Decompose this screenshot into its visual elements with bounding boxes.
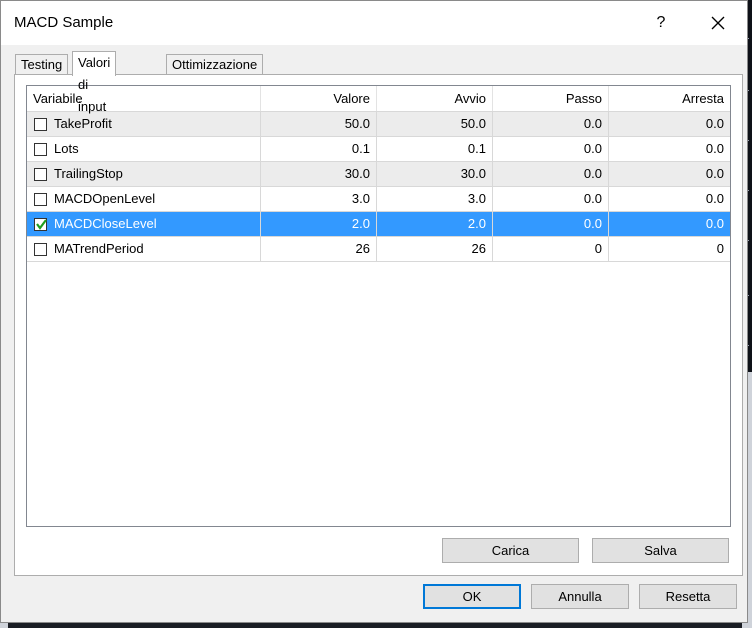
optimize-checkbox[interactable]	[34, 167, 47, 181]
table-header: Variabile Valore Avvio Passo Arresta	[27, 86, 730, 112]
arresta-cell[interactable]: 0.0	[609, 162, 730, 186]
passo-cell[interactable]: 0.0	[493, 162, 609, 186]
table-row[interactable]: TakeProfit 50.0 50.0 0.0 0.0	[27, 112, 730, 137]
arresta-cell[interactable]: 0.0	[609, 112, 730, 136]
table-row[interactable]: MACDOpenLevel 3.0 3.0 0.0 0.0	[27, 187, 730, 212]
ok-button[interactable]: OK	[423, 584, 521, 609]
passo-cell[interactable]: 0	[493, 237, 609, 261]
arresta-cell[interactable]: 0.0	[609, 212, 730, 236]
tab-testing[interactable]: Testing	[15, 54, 69, 74]
avvio-cell[interactable]: 50.0	[377, 112, 493, 136]
arresta-cell[interactable]: 0.0	[609, 137, 730, 161]
variable-name: Lots	[54, 141, 79, 156]
annulla-button[interactable]: Annulla	[531, 584, 629, 609]
arresta-cell[interactable]: 0	[609, 237, 730, 261]
optimize-checkbox[interactable]	[34, 142, 47, 156]
avvio-cell[interactable]: 0.1	[377, 137, 493, 161]
resetta-button[interactable]: Resetta	[639, 584, 737, 609]
checkmark-icon	[36, 218, 47, 230]
macd-sample-dialog: MACD Sample ? Testing Valori di input Ot…	[0, 0, 748, 623]
column-header-arresta[interactable]: Arresta	[609, 86, 730, 111]
valore-cell[interactable]: 2.0	[261, 212, 377, 236]
passo-cell[interactable]: 0.0	[493, 212, 609, 236]
valore-cell[interactable]: 3.0	[261, 187, 377, 211]
valore-cell[interactable]: 0.1	[261, 137, 377, 161]
tab-ottimizzazione[interactable]: Ottimizzazione	[166, 54, 264, 74]
table-row[interactable]: MATrendPeriod 26 26 0 0	[27, 237, 730, 262]
tab-valori-di-input[interactable]: Valori di input	[72, 51, 117, 114]
help-button[interactable]: ?	[646, 9, 676, 37]
avvio-cell[interactable]: 2.0	[377, 212, 493, 236]
variable-name: TrailingStop	[54, 166, 123, 181]
column-header-variabile[interactable]: Variabile	[27, 86, 261, 111]
close-button[interactable]	[701, 9, 735, 37]
avvio-cell[interactable]: 3.0	[377, 187, 493, 211]
carica-button[interactable]: Carica	[442, 538, 579, 563]
valore-cell[interactable]: 50.0	[261, 112, 377, 136]
avvio-cell[interactable]: 26	[377, 237, 493, 261]
optimize-checkbox[interactable]	[34, 242, 47, 256]
passo-cell[interactable]: 0.0	[493, 112, 609, 136]
optimize-checkbox-checked[interactable]	[34, 217, 47, 231]
window-title: MACD Sample	[14, 14, 114, 31]
column-header-valore[interactable]: Valore	[261, 86, 377, 111]
optimize-checkbox[interactable]	[34, 117, 47, 131]
table-row[interactable]: TrailingStop 30.0 30.0 0.0 0.0	[27, 162, 730, 187]
valore-cell[interactable]: 30.0	[261, 162, 377, 186]
avvio-cell[interactable]: 30.0	[377, 162, 493, 186]
arresta-cell[interactable]: 0.0	[609, 187, 730, 211]
close-icon	[711, 16, 725, 30]
table-row-selected[interactable]: MACDCloseLevel 2.0 2.0 0.0 0.0	[27, 212, 730, 237]
title-bar[interactable]: MACD Sample ?	[1, 1, 747, 45]
variable-name: MACDOpenLevel	[54, 191, 156, 206]
column-header-passo[interactable]: Passo	[493, 86, 609, 111]
passo-cell[interactable]: 0.0	[493, 137, 609, 161]
passo-cell[interactable]: 0.0	[493, 187, 609, 211]
column-header-avvio[interactable]: Avvio	[377, 86, 493, 111]
salva-button[interactable]: Salva	[592, 538, 729, 563]
valore-cell[interactable]: 26	[261, 237, 377, 261]
variable-name: MATrendPeriod	[54, 241, 144, 256]
input-parameters-table: Variabile Valore Avvio Passo Arresta Tak…	[26, 85, 731, 527]
table-row[interactable]: Lots 0.1 0.1 0.0 0.0	[27, 137, 730, 162]
variable-name: MACDCloseLevel	[54, 216, 157, 231]
optimize-checkbox[interactable]	[34, 192, 47, 206]
